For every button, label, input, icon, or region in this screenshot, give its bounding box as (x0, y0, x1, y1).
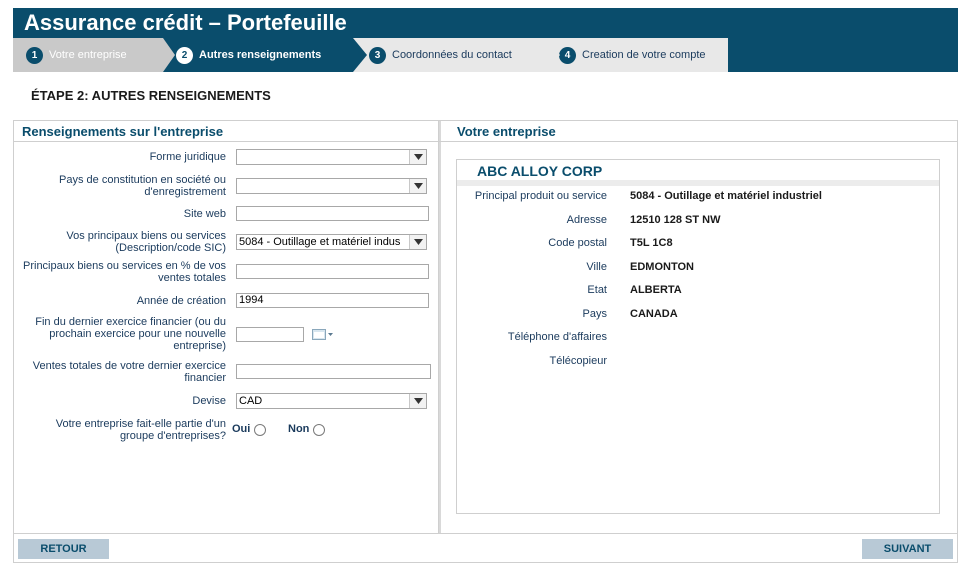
info-value: 5084 - Outillage et matériel industriel (630, 190, 822, 202)
info-label: Ville (586, 261, 607, 273)
oui-label: Oui (232, 423, 251, 435)
info-label: Téléphone d'affaires (507, 331, 607, 343)
company-panel-heading: Votre entreprise (457, 124, 556, 139)
info-value: EDMONTON (630, 261, 694, 273)
info-label: Télécopieur (549, 355, 607, 367)
site-web-label: Site web (183, 208, 226, 220)
annee-creation-input[interactable]: 1994 (236, 293, 429, 308)
biens-services-label: Vos principaux biens ou services (Descri… (66, 230, 226, 254)
info-label: Code postal (548, 237, 607, 249)
devise-select[interactable]: CAD (236, 393, 427, 409)
company-name: ABC ALLOY CORP (477, 163, 603, 179)
step-2-tab[interactable]: 2 Autres renseignements (163, 38, 353, 72)
info-label: Principal produit ou service (474, 190, 607, 202)
info-value: 12510 128 ST NW (630, 214, 721, 226)
step-number: 1 (26, 46, 43, 64)
step-number: 3 (369, 46, 386, 64)
annee-creation-label: Année de création (136, 295, 226, 307)
pct-ventes-input[interactable] (236, 264, 429, 279)
select-value: 5084 - Outillage et matériel indus (239, 236, 401, 248)
footer-bar (13, 534, 958, 563)
non-label: Non (288, 423, 310, 435)
pct-ventes-label: Principaux biens ou services en % de vos… (23, 260, 226, 284)
step-3-tab[interactable]: 3 Coordonnées du contact (353, 38, 543, 72)
info-value: T5L 1C8 (630, 237, 673, 249)
devise-label: Devise (192, 395, 226, 407)
info-label: Etat (587, 284, 607, 296)
step-label: Votre entreprise (49, 49, 127, 61)
step-number: 4 (559, 46, 576, 64)
oui-radio[interactable] (254, 424, 266, 436)
chevron-down-icon (409, 150, 426, 164)
form-heading: Renseignements sur l'entreprise (22, 124, 224, 139)
forme-juridique-label: Forme juridique (149, 151, 226, 163)
ventes-totales-input[interactable] (236, 364, 431, 379)
forme-juridique-select[interactable] (236, 149, 427, 165)
ventes-totales-label: Ventes totales de votre dernier exercice… (32, 360, 226, 384)
stage-title: ÉTAPE 2: AUTRES RENSEIGNEMENTS (31, 88, 271, 103)
step-label: Creation de votre compte (582, 49, 706, 61)
fin-exercice-label: Fin du dernier exercice financier (ou du… (35, 316, 226, 352)
calendar-icon[interactable] (312, 329, 334, 343)
step-4-tab[interactable]: 4 Creation de votre compte (543, 38, 728, 72)
pays-constitution-label: Pays de constitution en société ou d'enr… (59, 174, 226, 198)
step-tabs: 1 Votre entreprise 2 Autres renseignemen… (13, 38, 958, 72)
back-button[interactable]: RETOUR (18, 539, 109, 559)
groupe-label: Votre entreprise fait-elle partie d'un g… (55, 418, 226, 442)
divider (439, 141, 957, 142)
page-title: Assurance crédit – Portefeuille (24, 10, 347, 35)
info-value: CANADA (630, 308, 678, 320)
select-value: CAD (239, 395, 263, 407)
info-value: ALBERTA (630, 284, 682, 296)
non-radio[interactable] (313, 424, 325, 436)
chevron-down-icon (409, 235, 426, 249)
pays-constitution-select[interactable] (236, 178, 427, 194)
fin-exercice-date-input[interactable] (236, 327, 304, 342)
chevron-down-icon (409, 394, 426, 408)
step-1-tab[interactable]: 1 Votre entreprise (13, 38, 163, 72)
step-number: 2 (176, 46, 193, 64)
info-label: Adresse (566, 214, 607, 226)
next-button[interactable]: SUIVANT (862, 539, 953, 559)
divider (457, 180, 939, 186)
step-label: Autres renseignements (199, 49, 322, 61)
divider (14, 141, 439, 142)
step-separator (353, 38, 367, 72)
step-separator (546, 38, 560, 72)
step-label: Coordonnées du contact (392, 49, 512, 61)
info-label: Pays (582, 308, 607, 320)
chevron-down-icon (409, 179, 426, 193)
site-web-input[interactable] (236, 206, 429, 221)
biens-services-select[interactable]: 5084 - Outillage et matériel indus (236, 234, 427, 250)
